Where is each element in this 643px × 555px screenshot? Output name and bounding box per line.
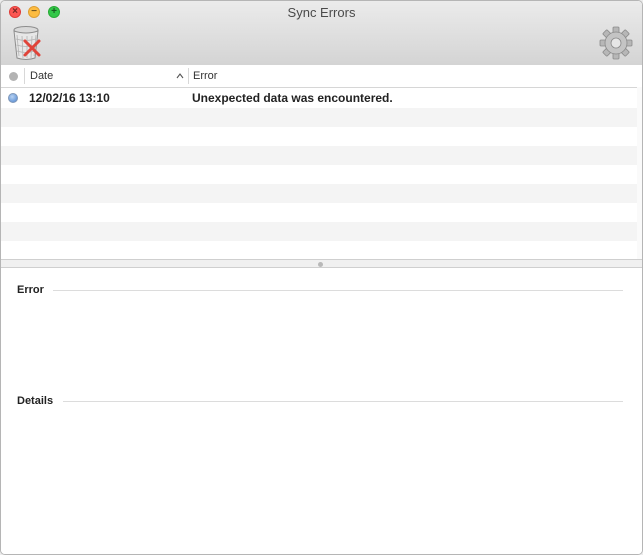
row-error: Unexpected data was encountered. (192, 91, 393, 105)
divider-grip-icon (318, 262, 323, 267)
title-bar: × − + Sync Errors (1, 1, 642, 66)
error-section-divider (53, 290, 623, 291)
split-view-divider[interactable] (1, 259, 642, 268)
details-section-label: Details (17, 395, 54, 407)
status-indicator-icon (8, 93, 18, 103)
empty-row (1, 165, 642, 184)
sync-errors-window: × − + Sync Errors Date Error 12/02/16 13… (0, 0, 643, 555)
table-scrollbar[interactable] (637, 87, 642, 259)
window-title: Sync Errors (287, 5, 356, 20)
sort-ascending-icon (176, 65, 184, 89)
empty-row (1, 222, 642, 241)
error-column-header[interactable]: Error (193, 65, 393, 87)
settings-button[interactable] (599, 26, 633, 60)
column-divider[interactable] (188, 68, 189, 84)
error-section-label: Error (17, 284, 44, 296)
trash-clear-icon (13, 26, 41, 60)
clear-errors-button[interactable] (11, 25, 43, 61)
empty-row (1, 127, 642, 146)
column-divider[interactable] (24, 68, 25, 84)
error-column-label: Error (193, 70, 218, 82)
empty-row (1, 146, 642, 165)
sync-errors-table: Date Error 12/02/16 13:10 Unexpected dat… (1, 65, 642, 259)
date-column-header[interactable]: Date (30, 65, 180, 87)
gear-icon (599, 26, 633, 60)
date-column-label: Date (30, 70, 54, 82)
empty-row (1, 108, 642, 127)
table-header: Date Error (1, 65, 642, 88)
details-section-divider (63, 401, 623, 402)
error-detail-pane: Error Details (1, 268, 642, 554)
status-column-header[interactable] (9, 72, 18, 81)
empty-row (1, 184, 642, 203)
empty-row (1, 241, 642, 259)
table-row[interactable]: 12/02/16 13:10 Unexpected data was encou… (1, 89, 642, 108)
row-date: 12/02/16 13:10 (29, 91, 110, 105)
empty-row (1, 203, 642, 222)
